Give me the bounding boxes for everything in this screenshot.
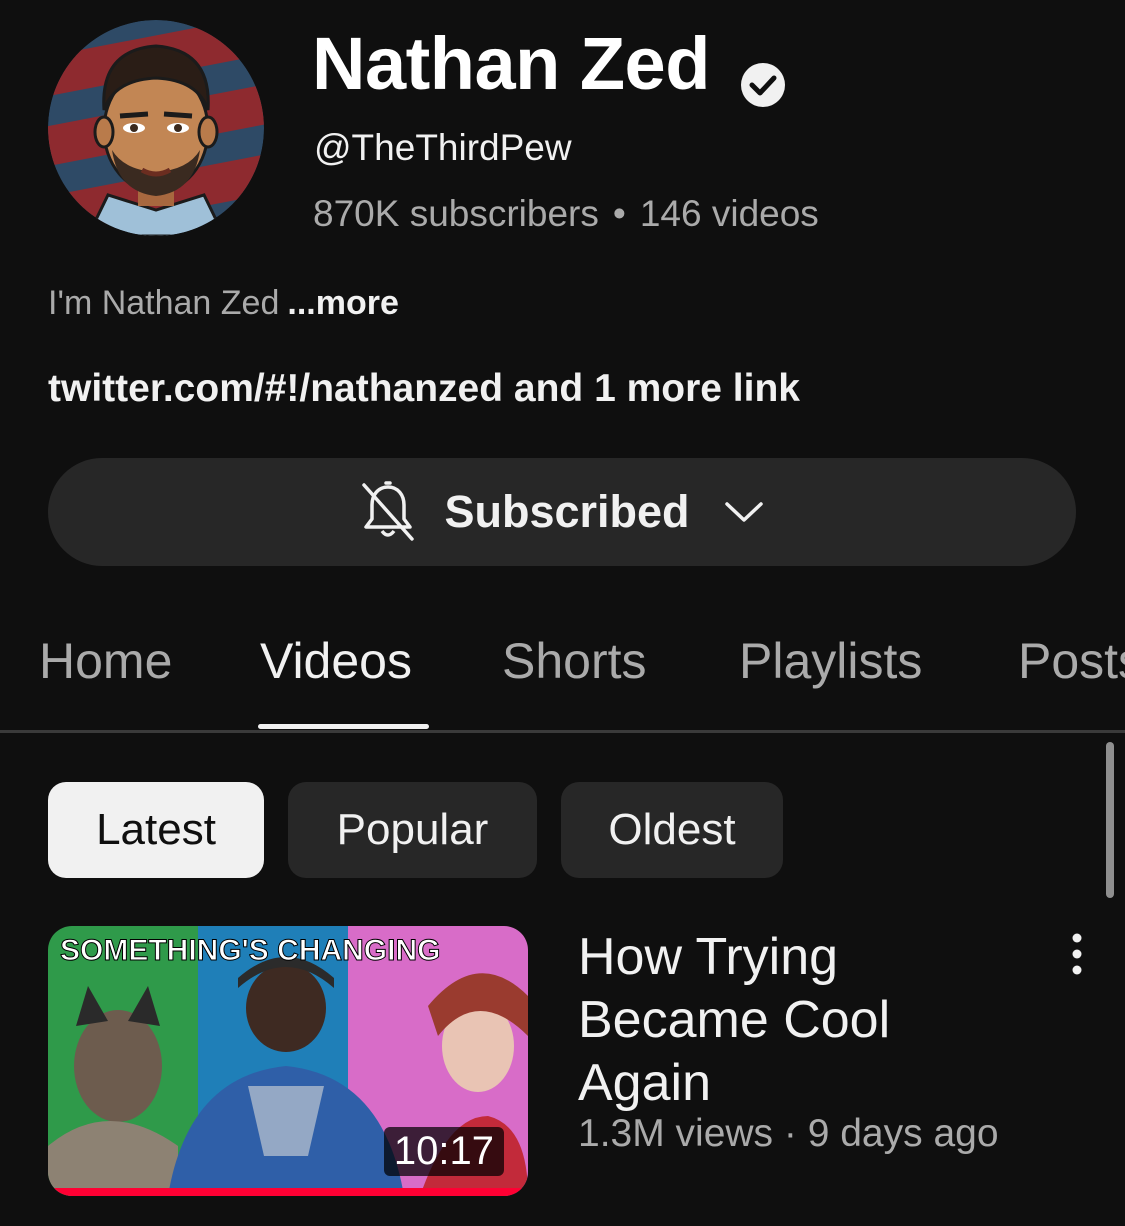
channel-handle: @TheThirdPew: [314, 127, 572, 168]
chip-popular[interactable]: Popular: [288, 782, 537, 878]
thumbnail-headline: SOMETHING'S CHANGING: [60, 934, 440, 967]
video-thumbnail[interactable]: SOMETHING'S CHANGING 10:17: [48, 926, 528, 1196]
chevron-down-icon: [724, 502, 763, 522]
channel-avatar[interactable]: [48, 20, 264, 236]
video-duration: 10:17: [383, 1127, 504, 1176]
description-text: I'm Nathan Zed: [48, 284, 280, 322]
channel-page: Nathan Zed @TheThirdPew 870K subscribers…: [0, 0, 1125, 1226]
notifications-off-icon: [362, 481, 415, 541]
channel-name: Nathan Zed: [312, 22, 786, 107]
channel-name-text: Nathan Zed: [312, 22, 710, 105]
active-tab-indicator: [258, 724, 429, 729]
chip-oldest[interactable]: Oldest: [561, 782, 783, 878]
channel-stats: 870K subscribers • 146 videos: [313, 192, 819, 236]
video-count: 146 videos: [639, 193, 819, 234]
more-link[interactable]: ...more: [287, 284, 398, 322]
video-title[interactable]: How Trying Became Cool Again: [578, 926, 998, 1115]
more-options-icon[interactable]: [1060, 930, 1094, 978]
tabs-divider: [0, 730, 1125, 733]
verified-badge-icon: [740, 41, 786, 107]
tab-shorts[interactable]: Shorts: [502, 626, 647, 696]
channel-links[interactable]: twitter.com/#!/nathanzed and 1 more link: [48, 364, 800, 414]
tab-posts[interactable]: Posts: [1018, 626, 1125, 696]
tab-playlists[interactable]: Playlists: [739, 626, 922, 696]
channel-description[interactable]: I'm Nathan Zed ...more: [48, 282, 399, 324]
video-meta: 1.3M views · 9 days ago: [578, 1112, 999, 1155]
tab-videos[interactable]: Videos: [260, 626, 412, 696]
scrollbar[interactable]: [1106, 742, 1114, 898]
watch-progress-bar: [48, 1188, 528, 1196]
tab-home[interactable]: Home: [39, 626, 172, 696]
subscribed-button[interactable]: Subscribed: [48, 458, 1076, 566]
avatar-illustration: [48, 20, 264, 236]
channel-tabs: Home Videos Shorts Playlists Posts: [0, 620, 1125, 732]
stats-separator: •: [612, 193, 626, 234]
subscribed-label: Subscribed: [444, 486, 690, 537]
chip-latest[interactable]: Latest: [48, 782, 264, 878]
subscriber-count: 870K subscribers: [313, 193, 599, 234]
